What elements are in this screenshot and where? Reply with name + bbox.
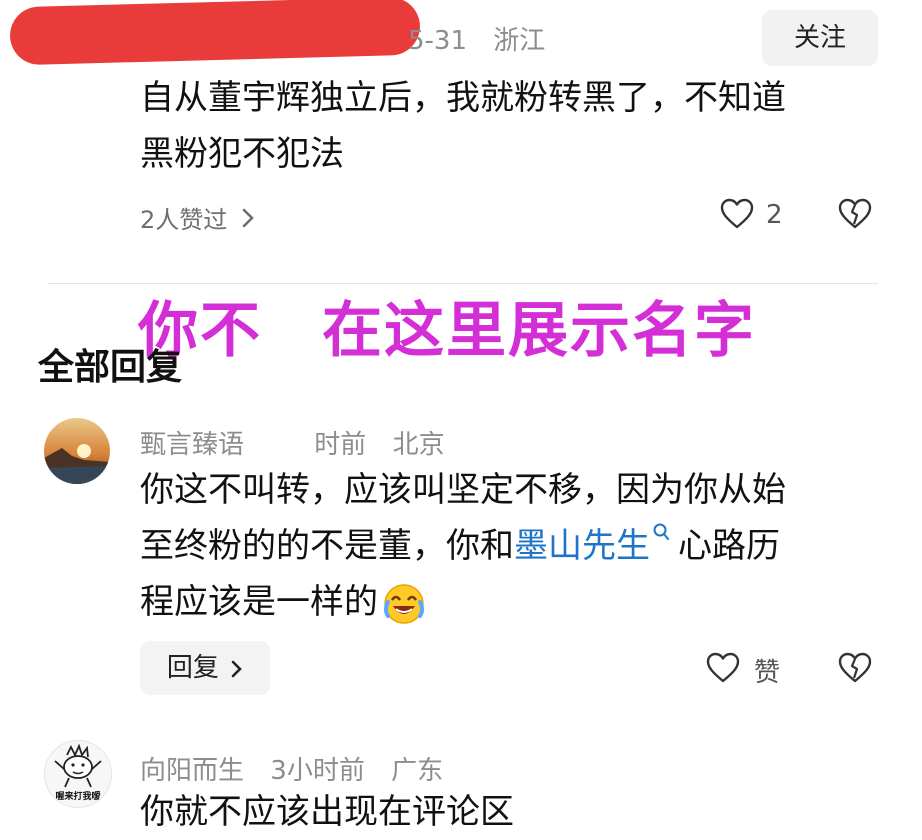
comment-location: 浙江 <box>493 26 546 56</box>
reply-line-3-text: 程应该是一样的 <box>140 582 378 622</box>
reply-username[interactable]: 甄言臻语 <box>140 430 244 460</box>
section-title: 全部回复 <box>38 347 183 388</box>
reply-meta: 向阳而生 3小时前 广东 <box>140 750 443 787</box>
comment-line-2: 黑粉犯不犯法 <box>140 134 344 174</box>
search-icon[interactable] <box>652 522 672 546</box>
comment-text: 自从董宇辉独立后，我就粉转黑了，不知道 黑粉犯不犯法 <box>140 70 786 182</box>
avatar[interactable]: 喔来打我嗳 <box>44 740 112 808</box>
reply-location: 北京 <box>392 430 445 460</box>
reply-location: 广东 <box>391 756 444 786</box>
comment-date: 5-31 <box>408 26 468 56</box>
laughing-crying-emoji-icon <box>382 582 426 626</box>
comment-meta: 5-31 浙江 <box>408 20 545 57</box>
reply-text: 你就不应该出现在评论区 <box>140 792 514 832</box>
reply-line-1: 你这不叫转，应该叫坚定不移，因为你从始 <box>140 470 786 510</box>
chevron-right-icon <box>231 659 243 679</box>
reply-time: 时前 <box>314 430 367 460</box>
chevron-right-icon <box>241 207 255 229</box>
overlay-annotation-part2: 在这里展示名字 <box>322 296 756 366</box>
reply-text: 你这不叫转，应该叫坚定不移，因为你从始 至终粉的的不是董，你和墨山先生 心路历 程… <box>140 462 900 630</box>
avatar[interactable] <box>44 418 110 484</box>
like-heart-icon[interactable] <box>720 198 754 230</box>
reply-line-3: 程应该是一样的 <box>140 574 900 630</box>
reply-button[interactable]: 回复 <box>140 641 270 695</box>
reply-meta: 甄言臻语 时前 北京 <box>140 424 445 461</box>
avatar-caption: 喔来打我嗳 <box>55 792 101 802</box>
comment-line-1: 自从董宇辉独立后，我就粉转黑了，不知道 <box>140 78 786 118</box>
redaction-mark <box>9 0 421 66</box>
reply-button-label: 回复 <box>166 653 219 683</box>
like-label: 赞 <box>754 658 781 688</box>
reply-time: 3小时前 <box>270 756 365 786</box>
dislike-broken-heart-icon[interactable] <box>838 198 872 230</box>
likes-summary-link[interactable]: 2人赞过 <box>140 200 255 235</box>
reply-line-2-prefix: 至终粉的的不是董，你和 <box>140 526 514 566</box>
dislike-broken-heart-icon[interactable] <box>838 652 872 684</box>
cartoon-avatar-icon <box>54 743 102 788</box>
like-count: 2 <box>766 200 783 230</box>
reply-line-2: 至终粉的的不是董，你和墨山先生 心路历 <box>140 518 900 574</box>
like-heart-icon[interactable] <box>706 652 740 684</box>
mention-link[interactable]: 墨山先生 <box>514 526 650 566</box>
follow-button[interactable]: 关注 <box>762 10 878 66</box>
likes-summary-text: 2人赞过 <box>140 206 228 234</box>
reply-line-2-suffix: 心路历 <box>678 526 780 566</box>
reply-username[interactable]: 向阳而生 <box>140 756 244 786</box>
